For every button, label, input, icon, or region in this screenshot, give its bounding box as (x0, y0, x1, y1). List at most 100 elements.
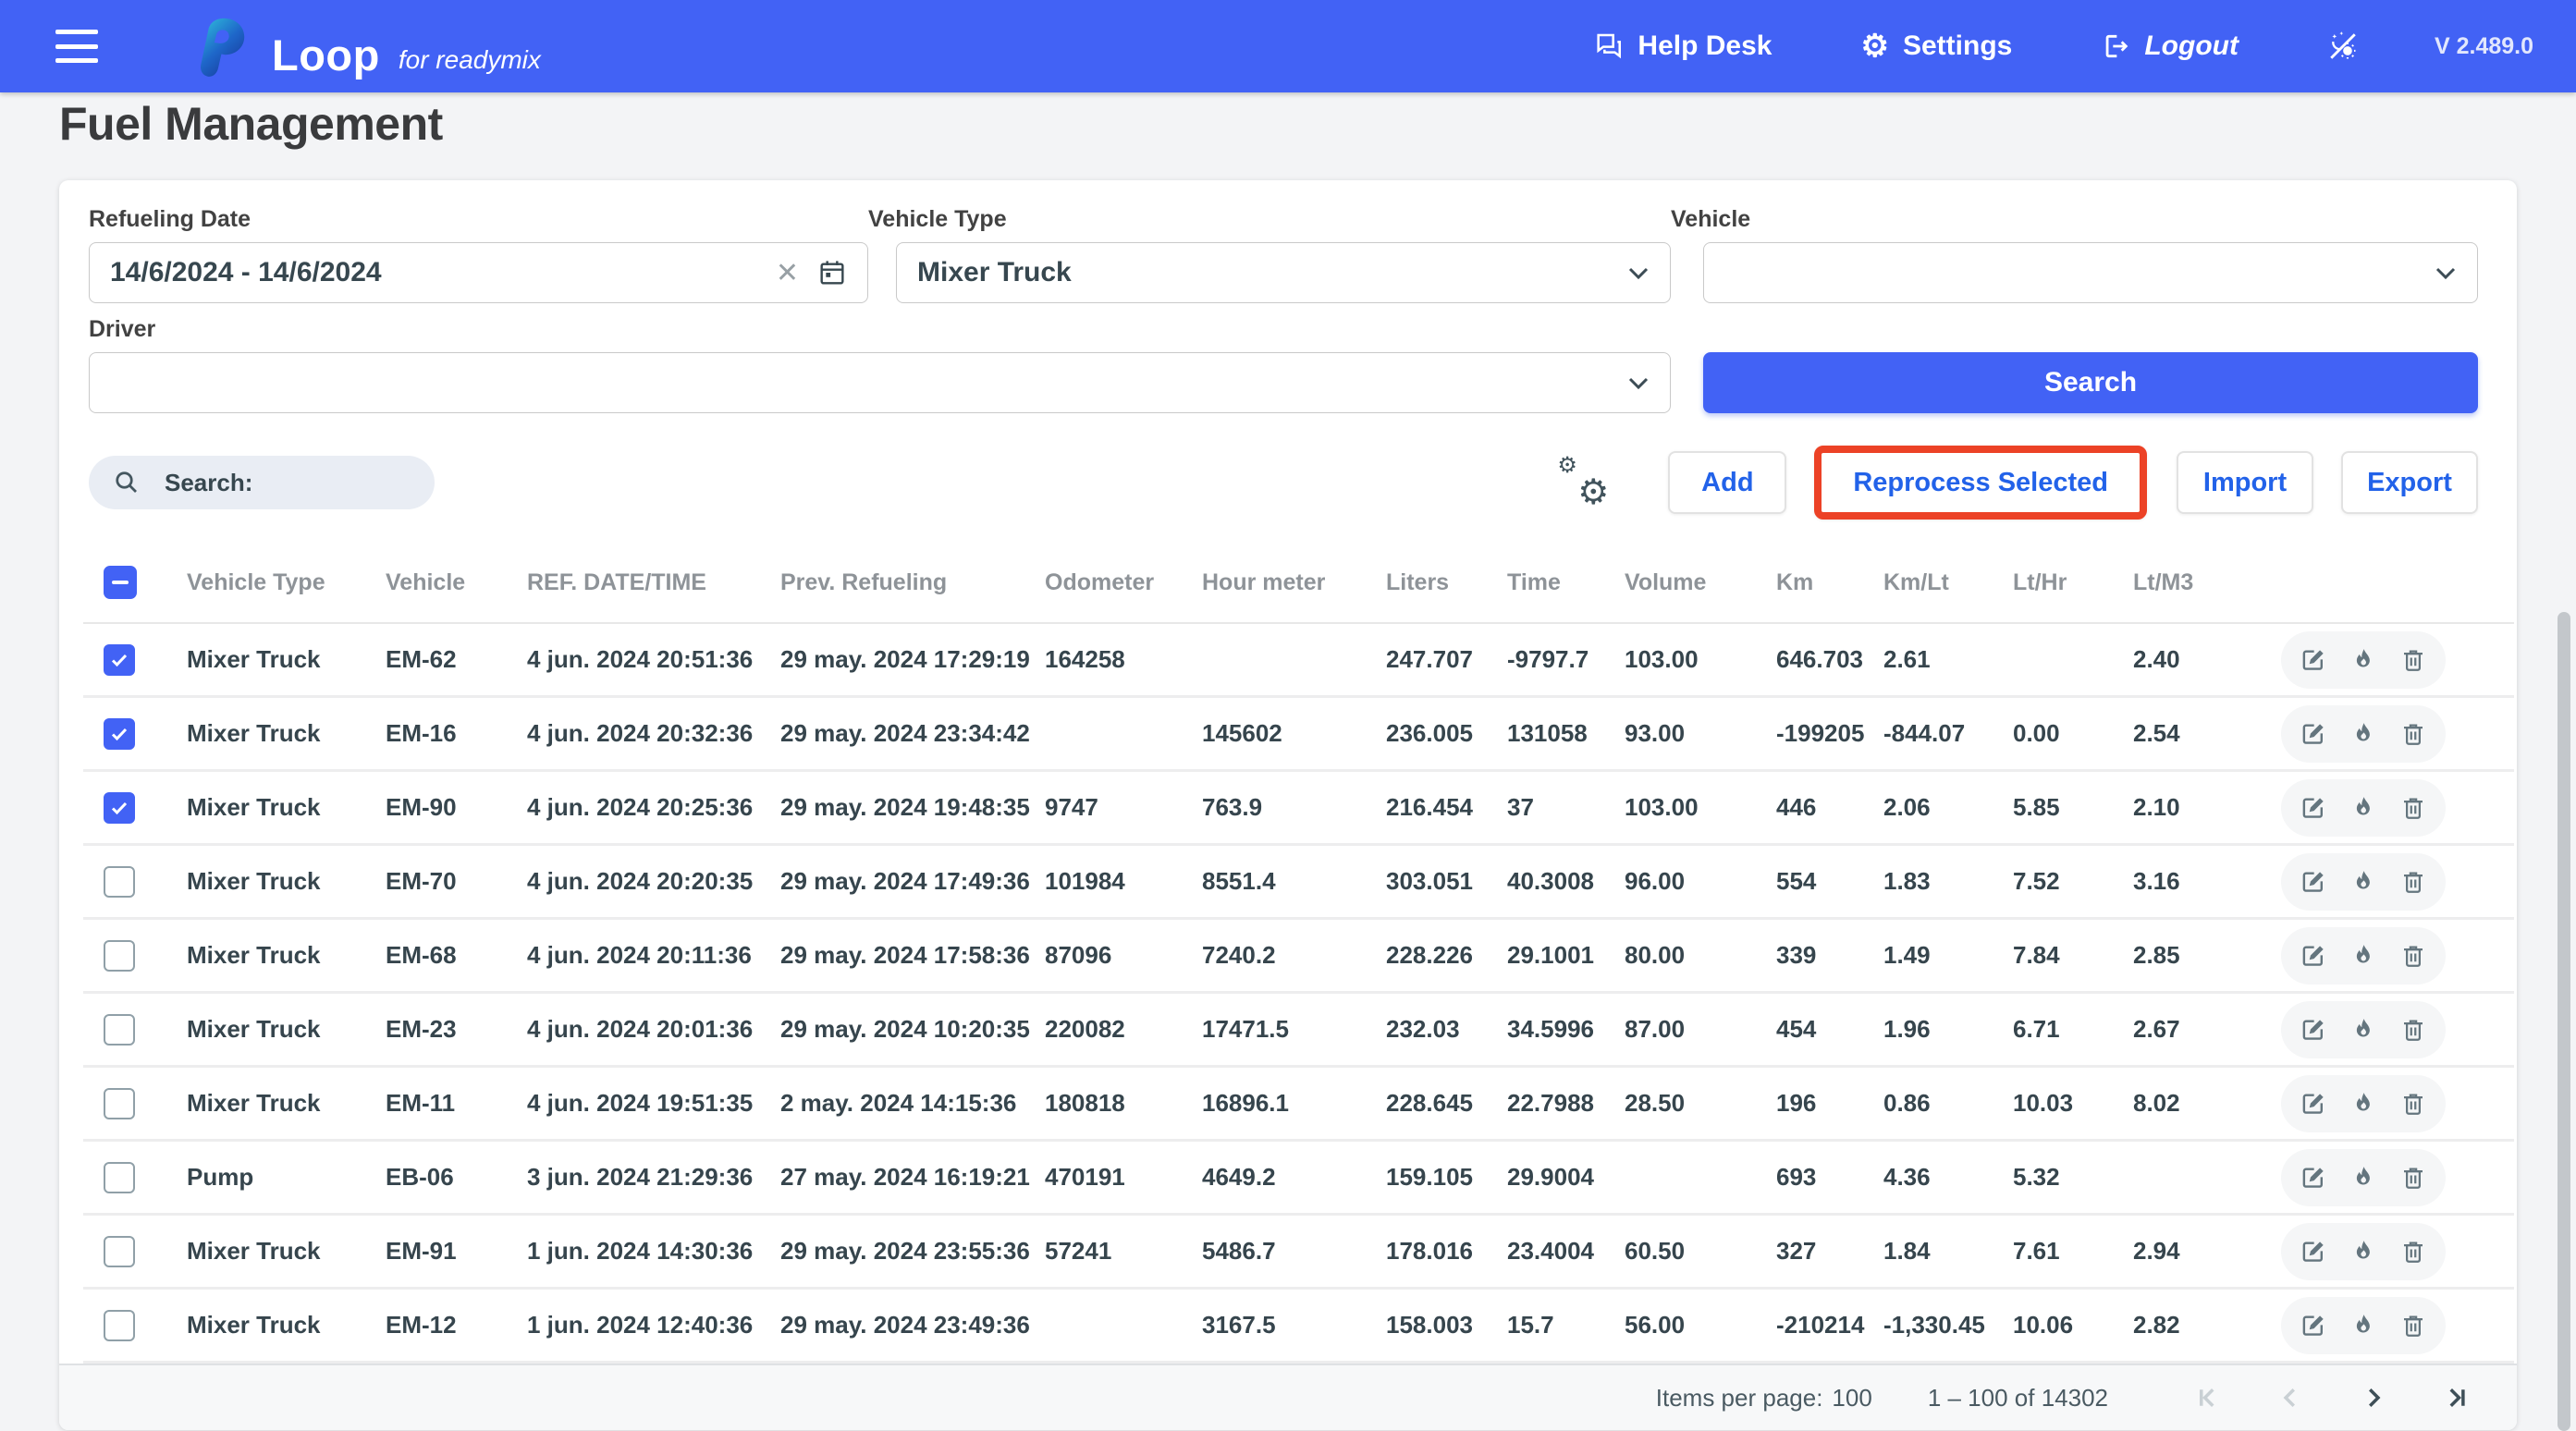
table-row: Mixer Truck EM-23 4 jun. 2024 20:01:36 2… (83, 994, 2514, 1068)
top-navbar: Loop for readymix Help Desk ⚙ Settings L… (0, 0, 2576, 92)
next-page-button[interactable] (2358, 1382, 2389, 1413)
edit-icon[interactable] (2299, 1015, 2328, 1045)
vertical-scrollbar[interactable] (2558, 612, 2570, 1431)
row-checkbox[interactable] (104, 717, 135, 750)
edit-icon[interactable] (2299, 1237, 2328, 1266)
fuel-icon[interactable] (2349, 719, 2378, 749)
table-search-input[interactable]: Search: (89, 456, 435, 509)
row-checkbox[interactable] (104, 1087, 135, 1119)
fuel-icon[interactable] (2349, 941, 2378, 971)
filters-section: Refueling Date 14/6/2024 - 14/6/2024 ✕ V… (59, 180, 2517, 413)
row-checkbox[interactable] (104, 643, 135, 676)
table-cell: 339 (1776, 941, 1817, 969)
column-header[interactable]: Lt/M3 (2133, 569, 2281, 596)
import-button[interactable]: Import (2177, 451, 2313, 514)
edit-icon[interactable] (2299, 1311, 2328, 1340)
row-checkbox[interactable] (104, 1013, 135, 1046)
column-header[interactable]: Liters (1386, 569, 1507, 596)
table-cell: 0.86 (1883, 1089, 1931, 1117)
delete-icon[interactable] (2398, 1089, 2428, 1119)
row-checkbox[interactable] (104, 1235, 135, 1267)
table-row: Mixer Truck EM-11 4 jun. 2024 19:51:35 2… (83, 1068, 2514, 1142)
clear-date-icon[interactable]: ✕ (776, 257, 799, 289)
help-desk-label: Help Desk (1638, 31, 1773, 61)
table-cell: 29 may. 2024 23:34:42 (780, 719, 1030, 747)
help-desk-button[interactable]: Help Desk (1594, 31, 1773, 62)
table-cell: 7.52 (2013, 867, 2060, 895)
vehicle-select[interactable] (1703, 242, 2478, 303)
table-body: Mixer Truck EM-62 4 jun. 2024 20:51:36 2… (83, 624, 2514, 1364)
delete-icon[interactable] (2398, 1015, 2428, 1045)
fuel-icon[interactable] (2349, 1237, 2378, 1266)
delete-icon[interactable] (2398, 867, 2428, 897)
column-header[interactable]: Vehicle Type (187, 569, 386, 596)
table-cell: 145602 (1202, 719, 1282, 747)
row-checkbox[interactable] (104, 1161, 135, 1193)
theme-toggle-button[interactable] (2327, 31, 2359, 62)
delete-icon[interactable] (2398, 1163, 2428, 1192)
column-header[interactable]: Vehicle (386, 569, 527, 596)
brand-name: Loop (272, 31, 380, 80)
delete-icon[interactable] (2398, 645, 2428, 675)
calendar-icon[interactable] (817, 258, 847, 287)
fuel-icon[interactable] (2349, 1015, 2378, 1045)
fuel-icon[interactable] (2349, 867, 2378, 897)
column-header[interactable]: Time (1507, 569, 1625, 596)
table-cell: 28.50 (1625, 1089, 1686, 1117)
reprocess-selected-button[interactable]: Reprocess Selected (1814, 446, 2147, 520)
previous-page-button[interactable] (2275, 1382, 2306, 1413)
logout-button[interactable]: Logout (2101, 31, 2239, 62)
edit-icon[interactable] (2299, 867, 2328, 897)
menu-icon[interactable] (55, 30, 98, 63)
delete-icon[interactable] (2398, 793, 2428, 823)
edit-icon[interactable] (2299, 1089, 2328, 1119)
table-cell: 34.5996 (1507, 1015, 1594, 1043)
table-cell: 2.61 (1883, 645, 1931, 673)
refueling-date-input[interactable]: 14/6/2024 - 14/6/2024 ✕ (89, 242, 868, 303)
driver-label: Driver (89, 316, 156, 342)
delete-icon[interactable] (2398, 941, 2428, 971)
fuel-icon[interactable] (2349, 1311, 2378, 1340)
select-all-checkbox[interactable] (104, 566, 137, 599)
column-header[interactable]: Prev. Refueling (780, 569, 1045, 596)
column-header[interactable]: Hour meter (1202, 569, 1386, 596)
column-header[interactable]: REF. DATE/TIME (527, 569, 780, 596)
edit-icon[interactable] (2299, 645, 2328, 675)
add-button[interactable]: Add (1668, 451, 1787, 514)
driver-select[interactable] (89, 352, 1671, 413)
edit-icon[interactable] (2299, 1163, 2328, 1192)
row-checkbox[interactable] (104, 791, 135, 824)
settings-button[interactable]: ⚙ Settings (1861, 31, 2013, 62)
fuel-icon[interactable] (2349, 1163, 2378, 1192)
fuel-icon[interactable] (2349, 793, 2378, 823)
column-header[interactable]: Km (1776, 569, 1883, 596)
edit-icon[interactable] (2299, 719, 2328, 749)
delete-icon[interactable] (2398, 1237, 2428, 1266)
table-cell: 29.1001 (1507, 941, 1594, 969)
column-header[interactable]: Km/Lt (1883, 569, 2013, 596)
export-button[interactable]: Export (2341, 451, 2478, 514)
table-row: Mixer Truck EM-62 4 jun. 2024 20:51:36 2… (83, 624, 2514, 698)
fuel-icon[interactable] (2349, 1089, 2378, 1119)
column-header[interactable]: Odometer (1045, 569, 1202, 596)
edit-icon[interactable] (2299, 941, 2328, 971)
items-per-page-select[interactable]: 100 (1832, 1384, 1871, 1413)
table-cell: Mixer Truck (187, 719, 321, 747)
delete-icon[interactable] (2398, 1311, 2428, 1340)
fuel-icon[interactable] (2349, 645, 2378, 675)
first-page-button[interactable] (2191, 1382, 2223, 1413)
table-cell: Mixer Truck (187, 793, 321, 821)
edit-icon[interactable] (2299, 793, 2328, 823)
column-header[interactable]: Volume (1625, 569, 1776, 596)
vehicle-type-select[interactable]: Mixer Truck (896, 242, 1671, 303)
search-button[interactable]: Search (1703, 352, 2478, 413)
row-checkbox[interactable] (104, 939, 135, 972)
column-header[interactable]: Lt/Hr (2013, 569, 2133, 596)
delete-icon[interactable] (2398, 719, 2428, 749)
table-cell: 4649.2 (1202, 1163, 1276, 1191)
table-cell: Mixer Truck (187, 1015, 321, 1043)
column-settings-icon[interactable]: ⚙ ⚙ (1557, 453, 1611, 512)
last-page-button[interactable] (2441, 1382, 2472, 1413)
row-checkbox[interactable] (104, 1309, 135, 1341)
row-checkbox[interactable] (104, 865, 135, 898)
